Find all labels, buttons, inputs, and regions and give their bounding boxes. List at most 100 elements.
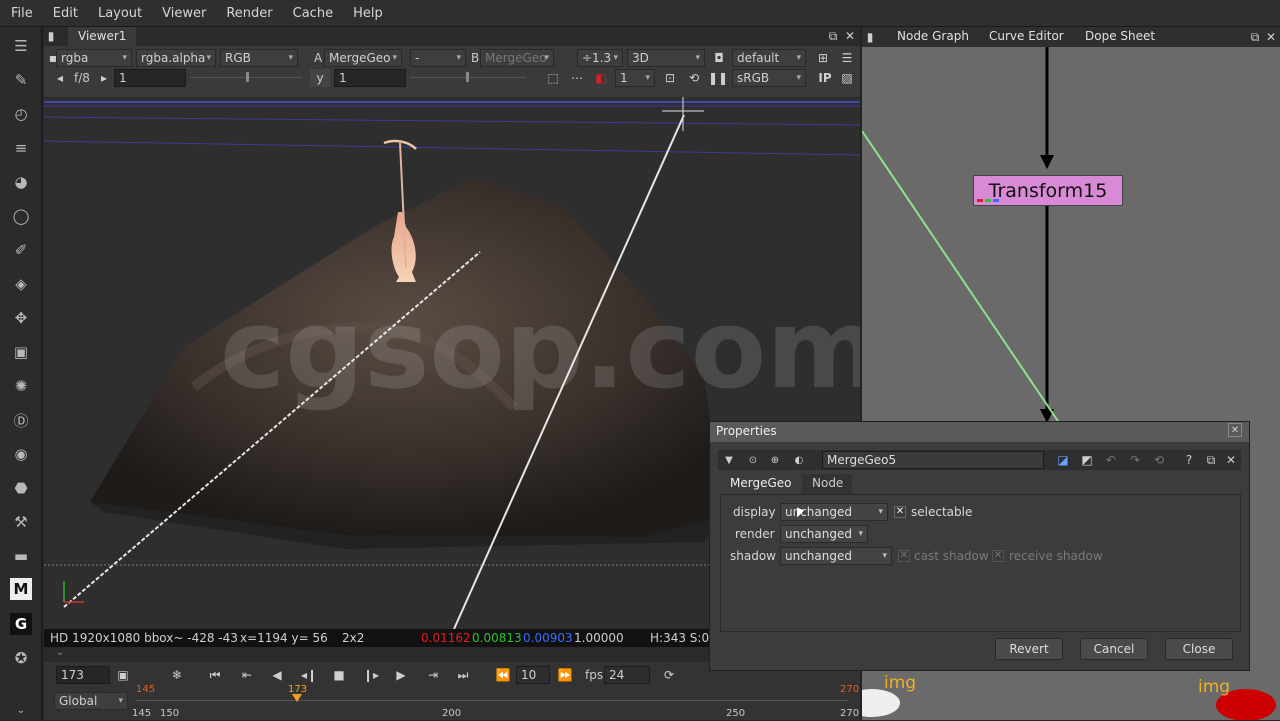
gain-slider-handle[interactable] [246,72,249,82]
last-frame-icon[interactable]: ⏭ [454,666,472,684]
diagonal-icon[interactable]: ▨ [838,69,856,87]
playhead-marker[interactable] [292,694,302,702]
tab-node-graph[interactable]: Node Graph [897,29,969,43]
tab-curve-editor[interactable]: Curve Editor [989,29,1064,43]
cancel-button[interactable]: Cancel [1080,638,1148,660]
toolsets-tool-icon[interactable]: ⚒ [9,511,33,533]
help-node-icon[interactable]: ◐ [790,451,808,469]
loop-icon[interactable]: ⟳ [659,666,679,684]
channel-tool-icon[interactable]: ≡ [9,137,33,159]
current-frame-field[interactable]: 173 [56,666,110,684]
float-icon[interactable]: ⧉ [1202,451,1220,469]
transform-tool-icon[interactable]: ✥ [9,307,33,329]
merge-tool-icon[interactable]: ◈ [9,273,33,295]
wipe-op-dropdown[interactable]: - [410,49,466,67]
views-tool-icon[interactable]: ◉ [9,443,33,465]
menu-file[interactable]: File [0,6,42,21]
step-forward-icon[interactable]: ❙▸ [362,666,380,684]
gamma-field[interactable]: 1 [334,69,406,87]
alpha-dropdown[interactable]: rgba.alpha [136,49,216,67]
timeline-track[interactable] [136,700,848,701]
viewer-menu-icon[interactable]: ☰ [838,49,856,67]
b-input-dropdown[interactable]: MergeGeo [480,49,554,67]
collapse-icon[interactable]: ▼ [720,451,738,469]
menu-help[interactable]: Help [342,6,392,21]
pause-icon[interactable]: ❚❚ [708,69,728,87]
selectable-checkbox[interactable]: ✕ [894,506,906,518]
step-back-icon[interactable]: ◂❙ [300,666,318,684]
channels-dropdown[interactable]: rgba [56,49,132,67]
overscan-icon[interactable]: ⊞ [814,49,832,67]
colorspace-dropdown[interactable]: sRGB [732,69,806,87]
menu-layout[interactable]: Layout [87,6,151,21]
filter-tool-icon[interactable]: ◯ [9,205,33,227]
keyer-tool-icon[interactable]: ✐ [9,239,33,261]
play-forward-icon[interactable]: ▶ [392,666,410,684]
frame-range-dropdown[interactable]: Global [54,692,128,710]
prev-keyframe-icon[interactable]: ⇤ [238,666,256,684]
camera-dropdown[interactable]: default [732,49,806,67]
center-node-icon[interactable]: ⊙ [744,451,762,469]
knob-color-icon[interactable]: ◪ [1054,451,1072,469]
next-keyframe-icon[interactable]: ⇥ [424,666,442,684]
revert-icon[interactable]: ⟲ [1150,451,1168,469]
render-dropdown[interactable]: unchanged [780,525,868,543]
g-plugin-icon[interactable]: G [10,613,32,635]
menu-cache[interactable]: Cache [282,6,342,21]
deep-tool-icon[interactable]: Ⓓ [9,409,33,431]
menu-edit[interactable]: Edit [42,6,87,21]
other-tool-icon[interactable]: ▬ [9,545,33,567]
image-tool-icon[interactable]: ☰ [9,35,33,57]
metadata-tool-icon[interactable]: ⬣ [9,477,33,499]
menu-viewer[interactable]: Viewer [151,6,215,21]
tab-node[interactable]: Node [802,474,852,494]
fps-field[interactable]: 24 [604,666,650,684]
stop-icon[interactable]: ■ [330,666,348,684]
proxy-icon[interactable]: ⊡ [661,69,679,87]
skip-back-icon[interactable]: ⏪ [494,666,512,684]
close-node-icon[interactable]: ✕ [1222,451,1240,469]
gain-field[interactable]: 1 [114,69,186,87]
particles-tool-icon[interactable]: ✺ [9,375,33,397]
node-name-field[interactable]: MergeGeo5 [822,451,1044,469]
toolbar-expand-icon[interactable]: ⌄ [9,699,33,721]
float-panel-icon[interactable]: ⧉ [824,27,842,45]
node-color-icon[interactable]: ⊕ [766,451,784,469]
skip-frames-field[interactable]: 10 [516,666,550,684]
receive-shadow-checkbox[interactable]: ✕ [992,550,1004,562]
play-backward-icon[interactable]: ◀ [268,666,286,684]
tab-mergegeo[interactable]: MergeGeo [720,474,800,494]
freeze-icon[interactable]: ❄ [168,666,186,684]
fstop-left-icon[interactable]: ◂ [54,69,66,87]
roi-icon[interactable]: ⬚ [544,69,562,87]
camera-lock-icon[interactable]: ◘ [710,49,728,67]
gamma-label[interactable]: y [310,69,330,87]
close-dialog-icon[interactable]: ✕ [1228,423,1242,437]
a-input-dropdown[interactable]: MergeGeo [324,49,402,67]
dialog-titlebar[interactable]: Properties ✕ [710,422,1249,442]
panel-menu-icon[interactable]: ▮ [864,28,876,46]
input-process-icon[interactable]: ◧ [592,69,610,87]
help-icon[interactable]: ? [1180,451,1198,469]
gl-color-icon[interactable]: ◩ [1078,451,1096,469]
fstop-right-icon[interactable]: ▸ [98,69,110,87]
tab-viewer1[interactable]: Viewer1 [68,27,137,46]
clip-icon[interactable]: ⋯ [568,69,586,87]
display-channel-dropdown[interactable]: RGB [220,49,298,67]
color-tool-icon[interactable]: ◕ [9,171,33,193]
skip-forward-icon[interactable]: ⏩ [556,666,574,684]
close-button[interactable]: Close [1165,638,1233,660]
lock-icon[interactable]: ▣ [114,666,132,684]
tab-dope-sheet[interactable]: Dope Sheet [1085,29,1155,43]
first-frame-icon[interactable]: ⏮ [206,666,224,684]
time-tool-icon[interactable]: ◴ [9,103,33,125]
3d-tool-icon[interactable]: ▣ [9,341,33,363]
draw-tool-icon[interactable]: ✎ [9,69,33,91]
view-mode-dropdown[interactable]: 3D [627,49,705,67]
shadow-dropdown[interactable]: unchanged [780,547,892,565]
revert-button[interactable]: Revert [995,638,1063,660]
panel-menu-icon[interactable]: ▮ [44,27,58,45]
cast-shadow-checkbox[interactable]: ✕ [898,550,910,562]
close-panel-icon[interactable]: ✕ [841,27,859,45]
m-plugin-icon[interactable]: M [10,578,32,600]
